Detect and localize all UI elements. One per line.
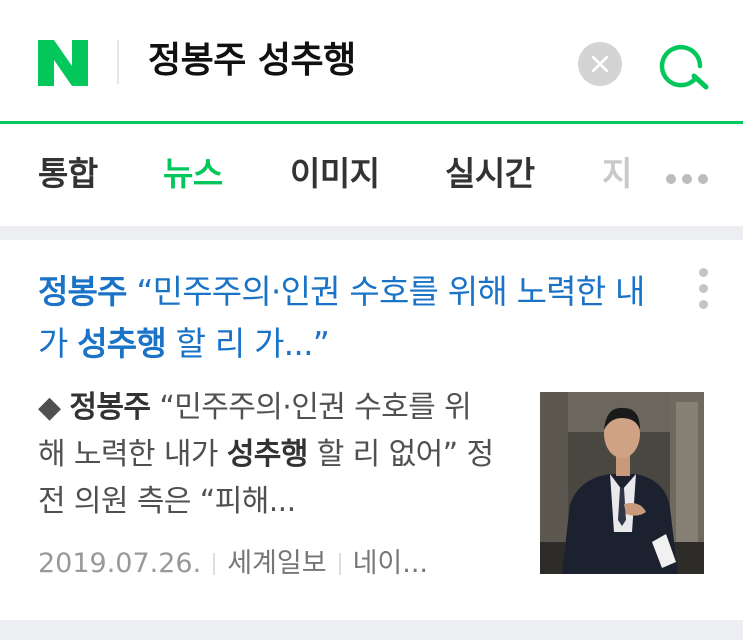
meta-divider bbox=[213, 553, 216, 575]
tab-realtime[interactable]: 실시간 bbox=[445, 154, 535, 194]
section-separator bbox=[0, 226, 743, 240]
tab-integrated[interactable]: 통합 bbox=[38, 154, 98, 194]
headline-text-2: 할 리 가...” bbox=[165, 324, 330, 363]
news-thumbnail[interactable] bbox=[540, 392, 704, 574]
tab-images[interactable]: 이미지 bbox=[290, 154, 380, 194]
meta-divider bbox=[338, 553, 341, 575]
tab-news[interactable]: 뉴스 bbox=[163, 154, 223, 194]
close-icon bbox=[591, 55, 609, 73]
snippet-bullet: ◆ bbox=[38, 390, 70, 425]
search-tabs: 통합 뉴스 이미지 실시간 지 bbox=[0, 124, 743, 226]
more-tabs-icon[interactable] bbox=[666, 169, 720, 184]
more-options-icon[interactable] bbox=[693, 268, 713, 316]
news-meta: 2019.07.26. 세계일보 네이... bbox=[38, 544, 518, 584]
naver-logo[interactable] bbox=[38, 40, 88, 86]
news-headline-link[interactable]: 정봉주 “민주주의·인권 수호를 위해 노력한 내가 성추행 할 리 가...” bbox=[38, 266, 658, 370]
tab-more-clipped[interactable]: 지 bbox=[602, 154, 632, 194]
naver-news-link[interactable]: 네이... bbox=[353, 548, 428, 579]
snippet-keyword-1: 정봉주 bbox=[69, 390, 151, 425]
news-date: 2019.07.26. bbox=[38, 548, 202, 579]
headline-keyword-2: 성추행 bbox=[77, 324, 166, 363]
news-press-link[interactable]: 세계일보 bbox=[227, 548, 326, 579]
search-icon bbox=[659, 44, 709, 90]
snippet-keyword-2: 성추행 bbox=[226, 437, 309, 472]
search-button[interactable] bbox=[654, 36, 712, 92]
headline-keyword-1: 정봉주 bbox=[38, 272, 127, 311]
header-divider bbox=[117, 40, 119, 84]
clear-button[interactable] bbox=[578, 42, 622, 86]
search-header: 정봉주 성추행 bbox=[0, 0, 743, 122]
news-snippet[interactable]: ◆ 정봉주 “민주주의·인권 수호를 위해 노력한 내가 성추행 할 리 없어”… bbox=[38, 384, 498, 525]
news-card: 정봉주 “민주주의·인권 수호를 위해 노력한 내가 성추행 할 리 가...”… bbox=[0, 240, 743, 620]
search-input[interactable]: 정봉주 성추행 bbox=[148, 36, 356, 86]
bottom-separator bbox=[0, 620, 743, 640]
